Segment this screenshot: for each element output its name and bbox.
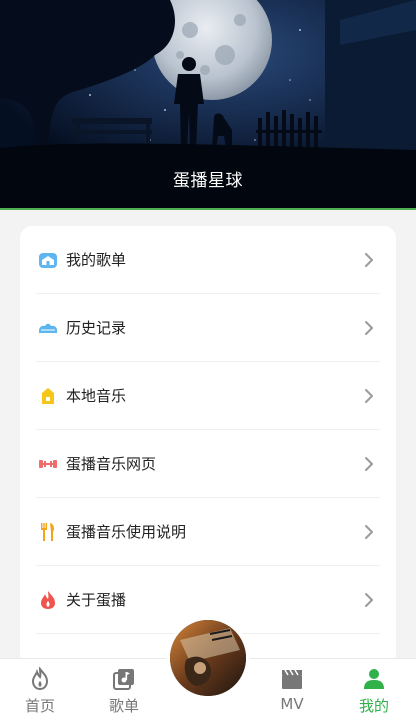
local-music-icon [42,388,54,404]
chevron-right-icon [365,525,373,539]
chevron-right-icon [365,253,373,267]
menu-label-playlist: 我的歌单 [66,251,127,269]
menu-label-instructions: 蛋播音乐使用说明 [66,523,187,541]
app-root: 蛋播星球 我的歌单 历史记录 本地音乐 蛋播音乐网页 蛋播音乐使用说明 关于蛋播… [0,0,416,720]
chevron-right-icon [365,389,373,403]
header-title: 蛋播星球 [173,171,243,191]
nav-item-mv[interactable]: MV [252,659,332,720]
menu-item-playlist[interactable]: 我的歌单 [20,226,396,294]
nav-item-playlists[interactable]: 歌单 [84,659,164,720]
profile-header: 蛋播星球 [0,0,416,210]
nav-item-home[interactable]: 首页 [0,659,80,720]
playlist-icon [39,253,57,268]
clapper-icon [282,669,302,689]
album-cover-disc [170,620,246,696]
menu-label-history: 历史记录 [66,319,127,337]
user-icon [364,669,384,689]
nav-label-home: 首页 [24,697,55,715]
menu-label-web: 蛋播音乐网页 [66,455,157,473]
history-icon [39,323,57,333]
flame-icon [31,667,49,691]
web-icon [39,460,57,468]
album-cover-image [170,620,246,696]
about-icon [41,591,55,609]
instructions-icon [41,523,54,541]
menu-card: 我的歌单 历史记录 本地音乐 蛋播音乐网页 蛋播音乐使用说明 关于蛋播 [20,226,396,666]
menu-label-about: 关于蛋播 [66,591,127,609]
menu-item-web[interactable]: 蛋播音乐网页 [20,430,396,498]
menu-item-instructions[interactable]: 蛋播音乐使用说明 [20,498,396,566]
nav-label-mine: 我的 [358,697,389,715]
menu-item-history[interactable]: 历史记录 [20,294,396,362]
chevron-right-icon [365,457,373,471]
menu-item-local-music[interactable]: 本地音乐 [20,362,396,430]
nav-item-mine[interactable]: 我的 [334,659,414,720]
chevron-right-icon [365,593,373,607]
nav-label-playlists: 歌单 [108,697,139,715]
menu-label-local-music: 本地音乐 [66,387,127,405]
music-list-icon [113,669,134,690]
nav-label-mv: MV [280,695,304,713]
now-playing-button[interactable] [166,616,250,700]
chevron-right-icon [365,321,373,335]
